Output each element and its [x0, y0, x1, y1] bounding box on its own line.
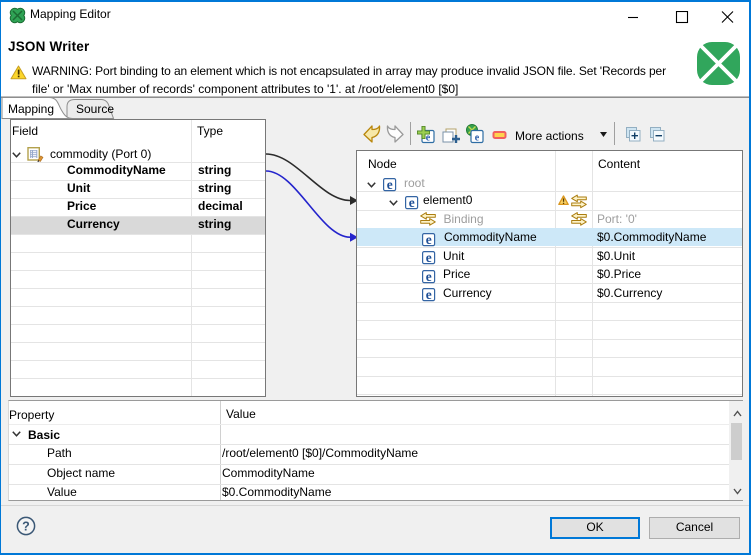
svg-text:e: e [475, 133, 480, 144]
svg-text:?: ? [22, 520, 30, 534]
